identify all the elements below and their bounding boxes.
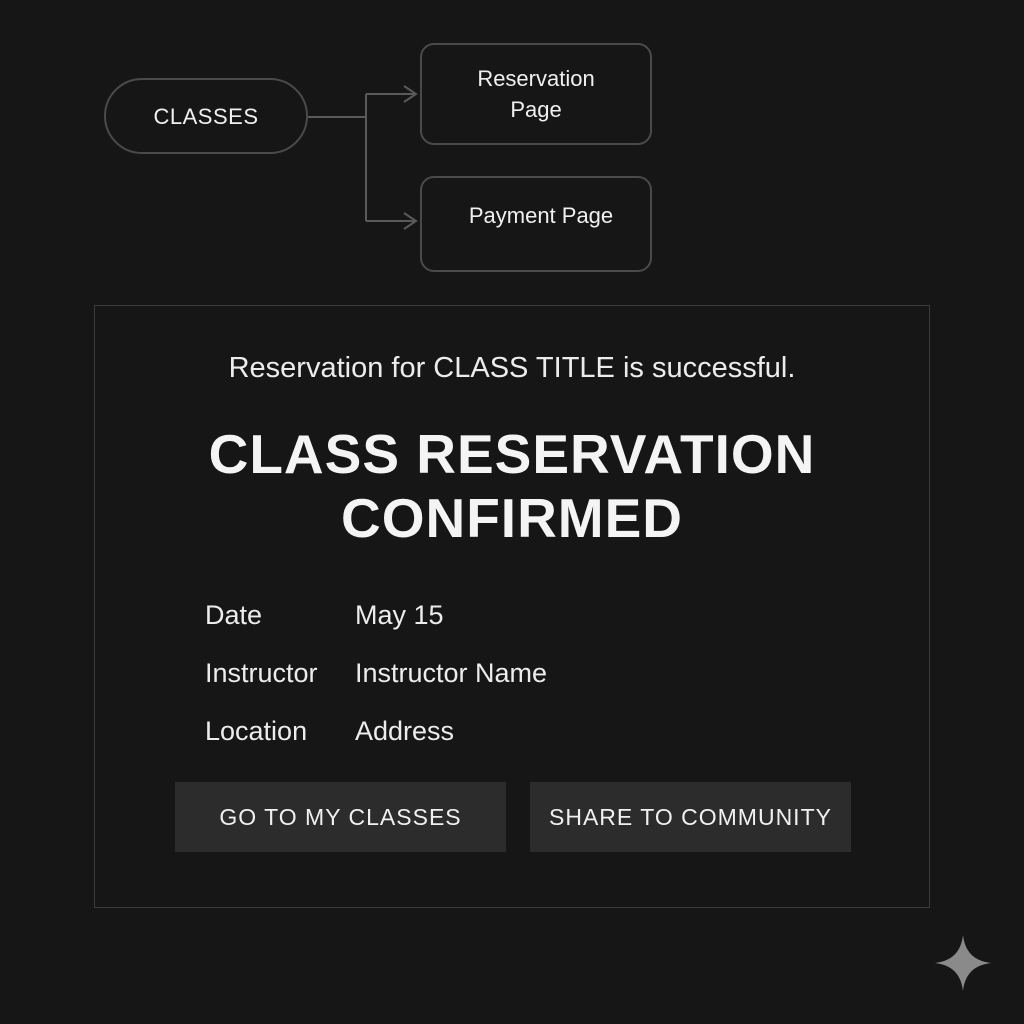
detail-row-instructor: Instructor Instructor Name: [205, 644, 547, 702]
flow-node-classes[interactable]: CLASSES: [104, 78, 308, 154]
flow-node-payment-label: Payment Page: [468, 203, 614, 228]
flow-node-classes-label: CLASSES: [153, 103, 259, 129]
flow-node-payment-page[interactable]: Payment Page: [420, 176, 652, 272]
detail-row-location: Location Address: [205, 702, 547, 760]
confirmation-card: Reservation for CLASS TITLE is successfu…: [94, 305, 930, 908]
detail-value-date: May 15: [355, 599, 444, 630]
detail-value-location: Address: [355, 715, 455, 746]
detail-label-location: Location: [205, 715, 308, 746]
detail-row-date: Date May 15: [205, 586, 547, 644]
detail-label-date: Date: [205, 599, 263, 630]
reservation-details: Date May 15 Instructor Instructor Name L…: [205, 586, 547, 760]
flow-node-reservation-label: Reservation Page: [477, 66, 595, 122]
detail-label-instructor: Instructor: [205, 657, 318, 688]
share-to-community-label: SHARE TO COMMUNITY: [549, 803, 832, 830]
go-to-my-classes-label: GO TO MY CLASSES: [219, 803, 462, 830]
success-message: Reservation for CLASS TITLE is successfu…: [228, 352, 796, 384]
share-to-community-button[interactable]: SHARE TO COMMUNITY: [530, 782, 851, 852]
flow-node-reservation-page[interactable]: Reservation Page: [420, 43, 652, 145]
go-to-my-classes-button[interactable]: GO TO MY CLASSES: [175, 782, 506, 852]
confirmation-title: CLASS RESERVATION CONFIRMED: [208, 423, 816, 549]
sparkle-icon: [935, 935, 991, 991]
detail-value-instructor: Instructor Name: [355, 657, 548, 688]
